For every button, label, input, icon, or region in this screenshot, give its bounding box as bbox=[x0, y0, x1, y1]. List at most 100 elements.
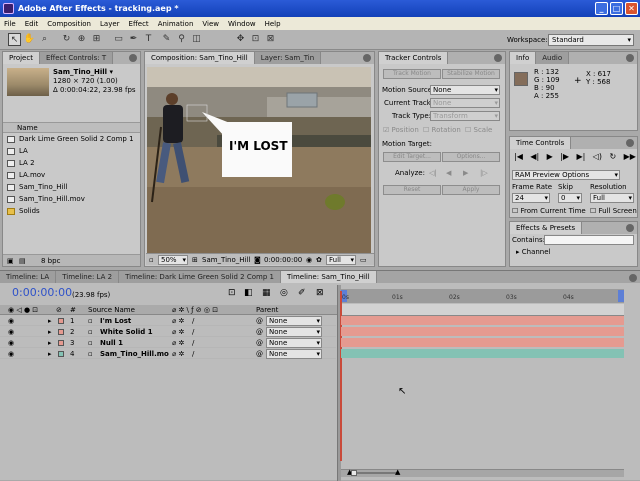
av-switches-icon[interactable]: ◉ ◁ ● ⊡ bbox=[8, 306, 38, 314]
orbit-camera-icon[interactable]: ⊕ bbox=[75, 33, 88, 46]
tab-layer[interactable]: Layer: Sam_Tin bbox=[254, 52, 322, 64]
axis-local-icon[interactable]: ✥ bbox=[234, 33, 247, 46]
type-tool-icon[interactable]: T bbox=[142, 33, 155, 46]
pick-whip-icon[interactable]: @ bbox=[256, 327, 263, 337]
work-area-end-handle[interactable] bbox=[618, 290, 624, 302]
zoom-in-icon[interactable]: ▲ bbox=[395, 468, 400, 476]
full-screen-checkbox[interactable]: ☐ Full Screen bbox=[590, 207, 637, 215]
layer-row[interactable]: ◉ ▸ 3 ▫ Null 1 ⌀ ✲ / @ None bbox=[0, 338, 336, 348]
expand-triangle-icon[interactable]: ▸ bbox=[48, 338, 52, 348]
comp-flowchart-icon[interactable]: ⊡ bbox=[228, 288, 236, 298]
tab-timeline-la[interactable]: Timeline: LA bbox=[0, 271, 57, 283]
new-folder-icon[interactable]: ▤ bbox=[19, 257, 26, 265]
track-motion-button[interactable]: Track Motion bbox=[383, 69, 441, 79]
panel-menu-icon[interactable] bbox=[129, 54, 137, 62]
pick-whip-icon[interactable]: @ bbox=[256, 338, 263, 348]
layer-quality-icon[interactable]: / bbox=[192, 316, 194, 326]
layer-quality-icon[interactable]: / bbox=[192, 327, 194, 337]
layer-quality-icon[interactable]: / bbox=[192, 338, 194, 348]
first-frame-icon[interactable]: |◀ bbox=[514, 152, 523, 163]
project-item[interactable]: Sam_Tino_Hill bbox=[5, 182, 133, 193]
rectangle-mask-icon[interactable]: ▭ bbox=[112, 33, 125, 46]
layer-switches-icon[interactable]: ⌀ ✲ \ ƒ ⊘ ◎ ⊡ bbox=[172, 306, 218, 314]
visibility-icon[interactable]: ◉ bbox=[8, 316, 14, 326]
selection-tool-icon[interactable]: ↖ bbox=[8, 33, 21, 46]
always-preview-icon[interactable]: ▫ bbox=[149, 256, 154, 264]
column-parent[interactable]: Parent bbox=[256, 306, 278, 314]
menu-view[interactable]: View bbox=[202, 20, 219, 28]
menu-composition[interactable]: Composition bbox=[47, 20, 91, 28]
brush-tool-icon[interactable]: ✎ bbox=[160, 33, 173, 46]
column-name[interactable]: Name bbox=[17, 124, 38, 132]
panel-menu-icon[interactable] bbox=[626, 54, 634, 62]
expand-triangle-icon[interactable]: ▸ bbox=[48, 349, 52, 359]
last-frame-icon[interactable]: ▶| bbox=[576, 152, 585, 163]
graph-editor-icon[interactable]: ⊠ bbox=[316, 288, 324, 298]
reset-button[interactable]: Reset bbox=[383, 185, 441, 195]
tab-tracker-controls[interactable]: Tracker Controls bbox=[379, 52, 449, 64]
analyze-forward-frame-icon[interactable]: |▷ bbox=[480, 169, 488, 177]
composition-viewer[interactable]: I'M LOST bbox=[147, 67, 371, 253]
minimize-button[interactable]: _ bbox=[595, 2, 608, 15]
axis-world-icon[interactable]: ⊡ bbox=[249, 33, 262, 46]
menu-window[interactable]: Window bbox=[228, 20, 256, 28]
resolution-dropdown[interactable]: Full bbox=[590, 193, 634, 203]
roi-icon[interactable]: ▭ bbox=[360, 256, 367, 264]
pan-behind-icon[interactable]: ⊞ bbox=[90, 33, 103, 46]
axis-view-icon[interactable]: ⊠ bbox=[264, 33, 277, 46]
apply-button[interactable]: Apply bbox=[442, 185, 500, 195]
safe-zones-icon[interactable]: ⊞ bbox=[192, 256, 198, 264]
layer-name[interactable]: White Solid 1 bbox=[100, 327, 153, 337]
tab-timeline-dark-lime[interactable]: Timeline: Dark Lime Green Solid 2 Comp 1 bbox=[119, 271, 281, 283]
layer-row[interactable]: ◉ ▸ 4 ▫ Sam_Tino_Hill.mo ⌀ ✲ / @ None bbox=[0, 349, 336, 359]
pick-whip-icon[interactable]: @ bbox=[256, 349, 263, 359]
hand-tool-icon[interactable]: ✋ bbox=[23, 33, 36, 46]
analyze-back-frame-icon[interactable]: ◁| bbox=[429, 169, 437, 177]
layer-row[interactable]: ◉ ▸ 2 ▫ White Solid 1 ⌀ ✲ / @ None bbox=[0, 327, 336, 337]
frame-rate-dropdown[interactable]: 24 bbox=[512, 193, 550, 203]
parent-dropdown[interactable]: None bbox=[266, 327, 322, 337]
visibility-icon[interactable]: ◉ bbox=[8, 327, 14, 337]
project-item[interactable]: Solids bbox=[5, 206, 133, 217]
time-ruler[interactable] bbox=[341, 304, 624, 316]
eraser-tool-icon[interactable]: ◫ bbox=[190, 33, 203, 46]
tab-composition[interactable]: Composition: Sam_Tino_Hill bbox=[145, 52, 255, 64]
from-current-time-checkbox[interactable]: ☐ From Current Time bbox=[512, 207, 586, 215]
trash-icon[interactable]: ▣ bbox=[7, 257, 14, 265]
pick-whip-icon[interactable]: @ bbox=[256, 316, 263, 326]
zoom-tool-icon[interactable]: ⌕ bbox=[38, 33, 51, 46]
menu-file[interactable]: File bbox=[4, 20, 16, 28]
layer-name[interactable]: I'm Lost bbox=[100, 316, 131, 326]
panel-menu-icon[interactable] bbox=[363, 54, 371, 62]
tab-timeline-la2[interactable]: Timeline: LA 2 bbox=[56, 271, 120, 283]
color-depth-button[interactable]: 8 bpc bbox=[41, 257, 60, 265]
menu-help[interactable]: Help bbox=[265, 20, 281, 28]
layer-row[interactable]: ◉ ▸ 1 ▫ I'm Lost ⌀ ✲ / @ None bbox=[0, 316, 336, 326]
tab-timeline-sam-tino-hill[interactable]: Timeline: Sam_Tino_Hill bbox=[280, 271, 377, 283]
frame-blending-icon[interactable]: ✐ bbox=[298, 288, 306, 298]
project-item[interactable]: LA 2 bbox=[5, 158, 133, 169]
clone-stamp-icon[interactable]: ⚲ bbox=[175, 33, 188, 46]
rotation-checkbox[interactable]: ☐ Rotation bbox=[423, 126, 461, 134]
audio-icon[interactable]: ◁) bbox=[593, 152, 602, 163]
project-item[interactable]: LA.mov bbox=[5, 170, 133, 181]
visibility-icon[interactable]: ◉ bbox=[8, 338, 14, 348]
parent-dropdown[interactable]: None bbox=[266, 349, 322, 359]
label-column-icon[interactable]: ⊘ bbox=[56, 306, 62, 314]
prev-frame-icon[interactable]: ◀| bbox=[530, 152, 539, 163]
maximize-button[interactable]: □ bbox=[610, 2, 623, 15]
project-item[interactable]: Dark Lime Green Solid 2 Comp 1 bbox=[5, 134, 134, 145]
next-frame-icon[interactable]: |▶ bbox=[560, 152, 569, 163]
layer-label-color[interactable] bbox=[58, 318, 64, 324]
skip-dropdown[interactable]: 0 bbox=[558, 193, 582, 203]
stabilize-motion-button[interactable]: Stabilize Motion bbox=[442, 69, 500, 79]
rgb-channel-icon[interactable]: ✿ bbox=[316, 256, 322, 264]
scale-checkbox[interactable]: ☐ Scale bbox=[465, 126, 492, 134]
effects-category-channel[interactable]: ▸ Channel bbox=[516, 248, 551, 256]
panel-menu-icon[interactable] bbox=[629, 274, 637, 282]
snapshot-icon[interactable]: ◙ bbox=[254, 256, 261, 264]
menu-edit[interactable]: Edit bbox=[25, 20, 39, 28]
live-update-icon[interactable]: ◧ bbox=[244, 288, 253, 298]
menu-effect[interactable]: Effect bbox=[129, 20, 149, 28]
parent-dropdown[interactable]: None bbox=[266, 316, 322, 326]
